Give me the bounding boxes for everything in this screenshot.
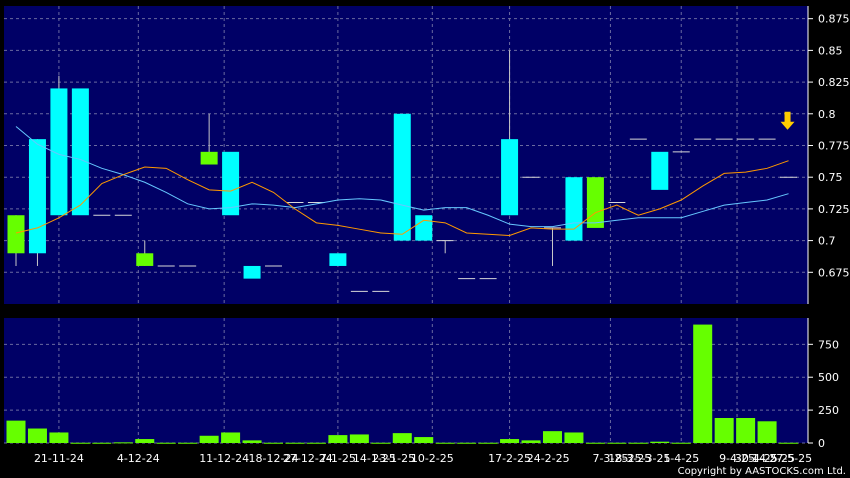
volume-bar — [650, 441, 670, 443]
volume-bar — [478, 442, 498, 444]
volume-bar — [113, 442, 133, 444]
volume-bar — [135, 439, 155, 443]
x-tick-label: 4-12-24 — [117, 452, 160, 465]
candle-down — [393, 113, 411, 241]
price-tick-label: 0.725 — [818, 203, 850, 216]
volume-bar — [607, 442, 627, 444]
candle-down — [222, 151, 240, 216]
volume-bar — [542, 431, 562, 443]
x-tick-label: 7-1-25 — [320, 452, 356, 465]
stock-chart: 0.675 0.7 0.725 0.75 0.775 0.8 0.825 0.85 0.875 0… — [4, 6, 850, 477]
volume-bar — [500, 439, 520, 443]
candle-down — [243, 265, 261, 279]
price-tick-label: 0.875 — [818, 13, 850, 26]
volume-bar — [693, 324, 713, 443]
candle-down — [501, 139, 519, 216]
volume-bar — [585, 442, 605, 444]
volume-tick-label: 500 — [818, 371, 839, 384]
candle-up — [200, 151, 218, 165]
volume-panel — [4, 318, 808, 443]
chart-root: 0.675 0.7 0.725 0.75 0.775 0.8 0.825 0.85 0.875 0… — [0, 0, 850, 478]
price-tick-label: 0.675 — [818, 266, 850, 279]
volume-bar — [285, 442, 305, 444]
candle-down — [651, 151, 669, 190]
x-tick-label: 11-12-24 — [199, 452, 249, 465]
price-tick-label: 0.85 — [818, 44, 843, 57]
volume-bar — [736, 418, 756, 443]
copyright-text: Copyright by AASTOCKS.com Ltd. — [678, 466, 846, 477]
volume-bar — [92, 442, 112, 444]
volume-bar — [328, 435, 348, 443]
volume-bar — [27, 428, 47, 443]
volume-bar — [392, 433, 412, 443]
volume-bar — [779, 442, 799, 444]
candle-down — [565, 177, 583, 241]
volume-bar — [757, 421, 777, 443]
volume-bar — [221, 432, 241, 443]
candle-down — [28, 139, 46, 254]
price-tick-label: 0.7 — [818, 235, 836, 248]
volume-tick-label: 250 — [818, 404, 839, 417]
x-tick-label: 10-2-25 — [411, 452, 454, 465]
price-tick-label: 0.75 — [818, 171, 843, 184]
candle-down — [329, 253, 347, 266]
volume-bar — [714, 418, 734, 443]
volume-bar — [49, 432, 69, 443]
price-tick-label: 0.825 — [818, 76, 850, 89]
x-tick-label: 24-2-25 — [527, 452, 570, 465]
volume-bar — [521, 440, 541, 443]
price-tick-label: 0.775 — [818, 139, 850, 152]
volume-bar — [414, 437, 434, 443]
volume-tick-label: 750 — [818, 338, 839, 351]
volume-bar — [264, 442, 284, 444]
candle-up — [586, 177, 604, 228]
x-tick-label: 21-11-24 — [34, 452, 84, 465]
volume-bar — [628, 442, 648, 444]
volume-bar — [199, 435, 219, 443]
volume-bar — [156, 442, 176, 444]
volume-bar — [70, 442, 90, 444]
volume-bar — [371, 442, 391, 444]
volume-bar — [6, 420, 26, 443]
volume-tick-label: 0 — [818, 437, 825, 450]
candle-up — [136, 253, 154, 266]
volume-bar — [178, 442, 198, 444]
volume-bar — [306, 442, 326, 444]
volume-bar — [242, 440, 262, 443]
x-tick-label: 23-1-25 — [372, 452, 415, 465]
volume-bar — [349, 434, 369, 443]
x-tick-label: 17-2-25 — [488, 452, 531, 465]
volume-bar — [457, 442, 477, 444]
x-tick-label: 1-4-25 — [663, 452, 699, 465]
volume-bar — [671, 442, 691, 444]
volume-bar — [564, 432, 584, 443]
candle-down — [415, 215, 433, 241]
volume-bar — [435, 442, 455, 444]
candle-down — [71, 88, 89, 216]
candle-up — [7, 215, 25, 254]
x-tick-label: 27-5-25 — [769, 452, 812, 465]
price-tick-label: 0.8 — [818, 108, 836, 121]
